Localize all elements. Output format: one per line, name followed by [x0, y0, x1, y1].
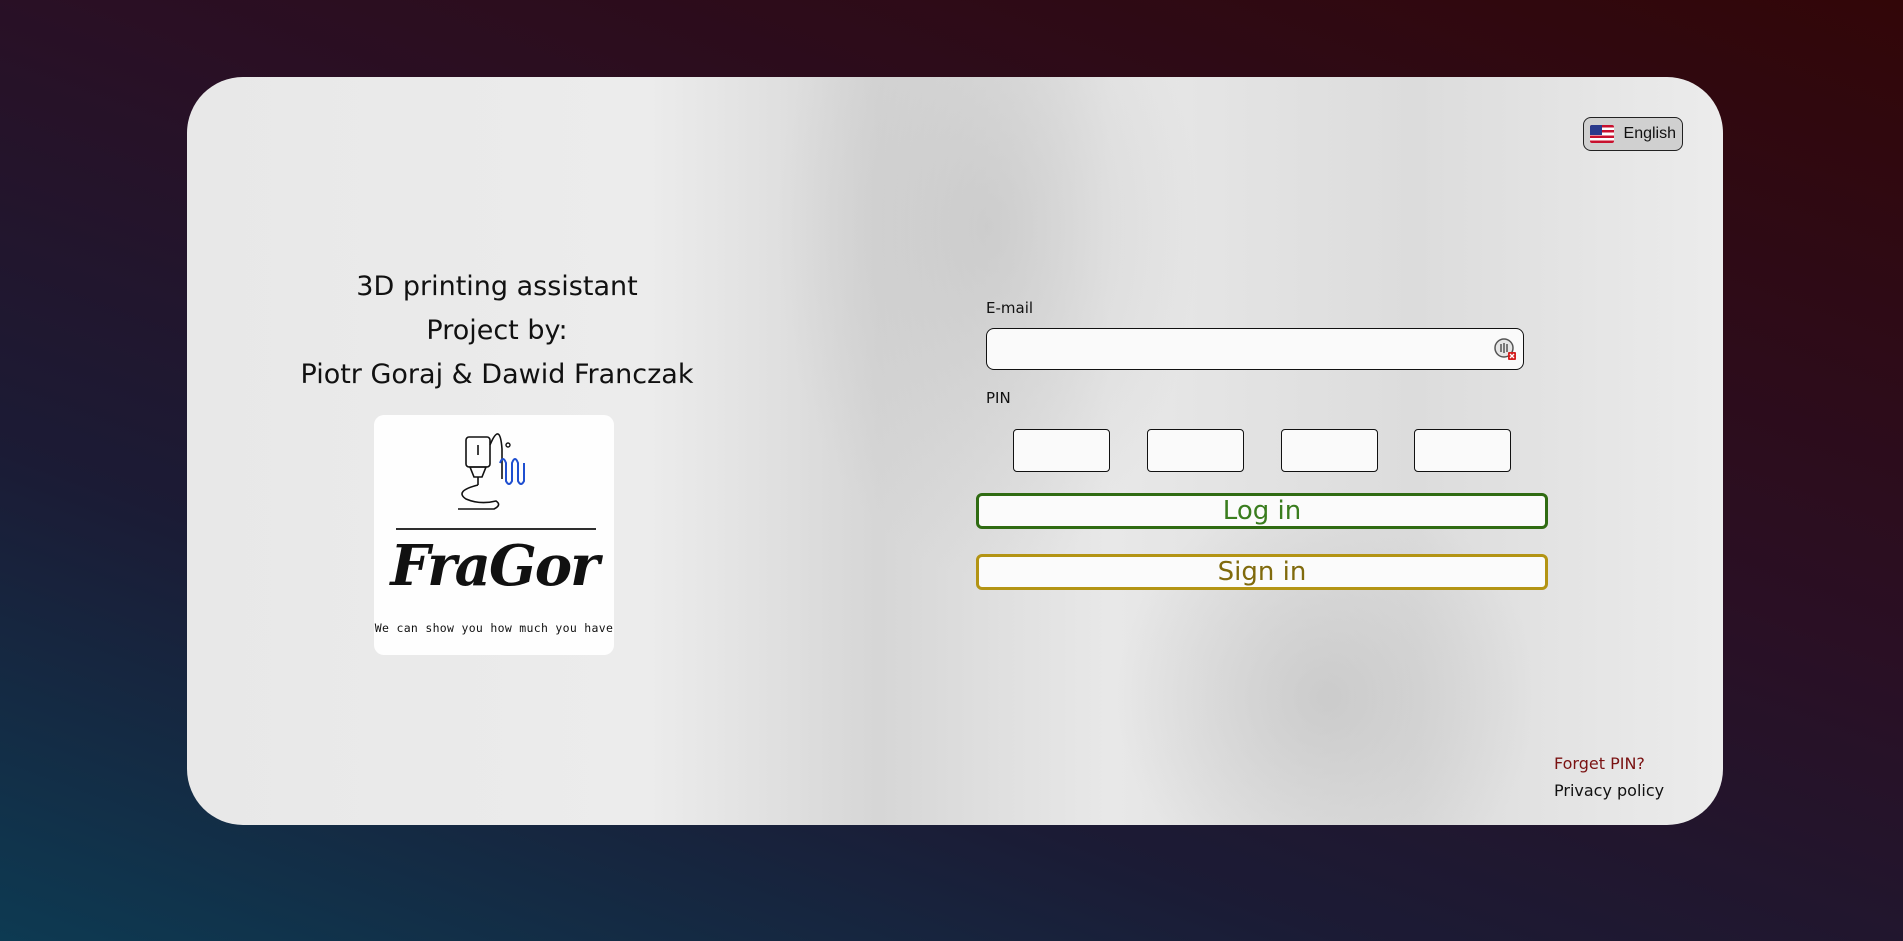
intro-authors: Piotr Goraj & Dawid Franczak: [300, 359, 694, 390]
language-selector[interactable]: English: [1583, 117, 1683, 151]
forget-pin-link[interactable]: Forget PIN?: [1554, 754, 1645, 773]
language-label: English: [1623, 125, 1676, 142]
pin-digit-2[interactable]: [1147, 429, 1244, 472]
logo-tagline: We can show you how much you have: [374, 621, 614, 635]
intro-project-by: Project by:: [426, 315, 568, 346]
login-button[interactable]: Log in: [976, 493, 1548, 529]
privacy-policy-link[interactable]: Privacy policy: [1554, 781, 1664, 800]
login-card: English 3D printing assistant Project by…: [187, 77, 1723, 825]
pin-digit-4[interactable]: [1414, 429, 1511, 472]
signin-button[interactable]: Sign in: [976, 554, 1548, 590]
pin-digit-3[interactable]: [1281, 429, 1378, 472]
intro-title: 3D printing assistant: [356, 271, 638, 302]
email-label: E-mail: [986, 299, 1034, 317]
us-flag-icon: [1590, 125, 1614, 143]
email-field[interactable]: [986, 328, 1524, 370]
pin-label: PIN: [986, 389, 1011, 407]
fragor-logo: FraGor We can show you how much you have: [374, 415, 614, 655]
intro-text: 3D printing assistant Project by: Piotr …: [267, 265, 727, 397]
logo-wordmark: FraGor: [390, 533, 599, 599]
pin-digit-1[interactable]: [1013, 429, 1110, 472]
password-manager-icon[interactable]: [1493, 337, 1517, 361]
